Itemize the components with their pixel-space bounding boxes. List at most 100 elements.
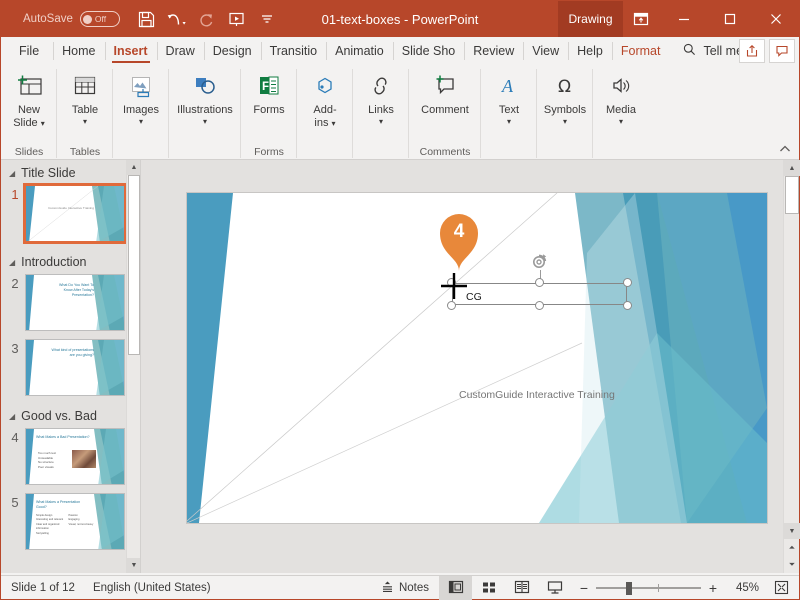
collapse-triangle-icon[interactable]: ◢: [9, 258, 15, 267]
tab-animations[interactable]: Animatio: [326, 37, 393, 65]
tab-draw[interactable]: Draw: [156, 37, 204, 65]
collapse-triangle-icon[interactable]: ◢: [9, 169, 15, 178]
slide-show-icon[interactable]: [538, 576, 571, 600]
table-label: Table: [71, 104, 99, 116]
chevron-down-icon[interactable]: ▾: [203, 117, 207, 126]
zoom-level-label[interactable]: 45%: [725, 582, 759, 594]
chevron-down-icon[interactable]: ▾: [619, 117, 623, 126]
chevron-down-icon[interactable]: ▾: [379, 117, 383, 126]
table-button[interactable]: Table ▾: [57, 65, 113, 144]
scroll-up-icon[interactable]: ▲: [127, 160, 140, 175]
list-item[interactable]: 1 CustomGuide Interactive Training: [1, 183, 140, 249]
tab-file[interactable]: File: [1, 37, 53, 65]
tab-slide-show[interactable]: Slide Sho: [392, 37, 465, 65]
new-slide-button[interactable]: New Slide ▾: [1, 65, 57, 144]
thumbnail-pane-scrollbar[interactable]: ▲ ▼: [126, 160, 140, 573]
scroll-down-icon[interactable]: ▼: [127, 558, 140, 573]
zoom-control[interactable]: − + 45%: [571, 580, 767, 596]
scrollbar-thumb[interactable]: [128, 175, 140, 355]
scroll-down-icon[interactable]: ▼: [784, 523, 800, 539]
normal-view-icon[interactable]: [439, 575, 472, 600]
chevron-down-icon[interactable]: ▾: [139, 117, 143, 126]
forms-button[interactable]: F Forms: [241, 65, 297, 144]
next-slide-icon[interactable]: ⏷: [784, 556, 800, 573]
start-presentation-icon[interactable]: [222, 5, 252, 33]
chevron-down-icon[interactable]: ▾: [563, 117, 567, 126]
resize-handle-top-center[interactable]: [534, 278, 544, 287]
chevron-down-icon[interactable]: ▾: [507, 117, 511, 126]
tab-insert[interactable]: Insert: [104, 37, 157, 65]
reading-view-icon[interactable]: [505, 576, 538, 600]
list-item[interactable]: 5 What Makes a Presentation Good? Simple…: [1, 492, 140, 557]
tab-design[interactable]: Design: [203, 37, 261, 65]
notes-button[interactable]: Notes: [371, 576, 439, 600]
text-button[interactable]: A Text ▾: [481, 65, 537, 144]
tab-review[interactable]: Review: [464, 37, 523, 65]
collapse-ribbon-icon[interactable]: [779, 143, 791, 157]
chevron-down-icon[interactable]: ▾: [332, 119, 336, 128]
zoom-slider-handle[interactable]: [626, 581, 632, 595]
resize-handle-bottom-center[interactable]: [534, 301, 544, 310]
slide-thumbnail-2[interactable]: What Do You Want To Know After Today's Pre…: [25, 274, 125, 331]
slide-sorter-icon[interactable]: [472, 576, 505, 600]
redo-icon[interactable]: [192, 5, 222, 33]
add-ins-button[interactable]: Add- ins ▾: [297, 65, 353, 144]
customize-qat-icon[interactable]: [252, 5, 282, 33]
comments-icon[interactable]: [769, 39, 795, 63]
resize-handle-bottom-left[interactable]: [447, 301, 456, 310]
current-slide[interactable]: CustomGuide Interactive Training CG 4: [187, 193, 767, 523]
zoom-in-button[interactable]: +: [708, 580, 718, 596]
rotate-handle-icon[interactable]: [531, 253, 549, 271]
zoom-out-button[interactable]: −: [579, 580, 589, 596]
share-icon[interactable]: [739, 39, 765, 63]
chevron-down-icon[interactable]: ▾: [41, 119, 45, 128]
comment-button[interactable]: Comment: [409, 65, 481, 144]
symbols-button[interactable]: Ω Symbols ▾: [537, 65, 593, 144]
chevron-down-icon[interactable]: ▾: [83, 117, 87, 126]
scroll-up-icon[interactable]: ▲: [784, 160, 800, 176]
images-button[interactable]: Images ▾: [113, 65, 169, 144]
undo-icon[interactable]: [162, 5, 192, 33]
contextual-tab-drawing[interactable]: Drawing: [558, 1, 623, 37]
tab-view[interactable]: View: [523, 37, 568, 65]
minimize-icon[interactable]: [661, 1, 707, 37]
slide-thumbnail-1[interactable]: CustomGuide Interactive Training: [23, 183, 127, 244]
media-button[interactable]: Media ▾: [593, 65, 649, 144]
tab-help[interactable]: Help: [568, 37, 612, 65]
illustrations-button[interactable]: Illustrations ▾: [169, 65, 241, 144]
list-item[interactable]: 2 What Do You Want To Know After Today's P…: [1, 273, 140, 338]
scrollbar-thumb[interactable]: [785, 176, 799, 214]
zoom-slider[interactable]: [596, 581, 701, 595]
slide-thumbnail-3[interactable]: What kind of presentations are you giving…: [25, 339, 125, 396]
slide-count-indicator[interactable]: Slide 1 of 12: [11, 582, 75, 594]
previous-slide-icon[interactable]: ⏶: [784, 539, 800, 556]
autosave-knob: [82, 14, 92, 24]
slide-canvas[interactable]: CustomGuide Interactive Training CG 4 ▲ …: [141, 160, 800, 573]
links-button[interactable]: Links ▾: [353, 65, 409, 144]
section-header-introduction[interactable]: ◢ Introduction: [1, 249, 140, 273]
slide-caption-text[interactable]: CustomGuide Interactive Training: [459, 389, 615, 401]
section-header-title-slide[interactable]: ◢ Title Slide: [1, 160, 140, 184]
section-header-good-vs-bad[interactable]: ◢ Good vs. Bad: [1, 403, 140, 427]
canvas-scrollbar[interactable]: ▲ ▼ ⏶ ⏷: [783, 160, 800, 573]
text-box-selection[interactable]: CG: [441, 254, 632, 310]
collapse-triangle-icon[interactable]: ◢: [9, 412, 15, 421]
close-icon[interactable]: [753, 1, 799, 37]
fit-to-window-icon[interactable]: [767, 576, 795, 600]
ribbon-display-options-icon[interactable]: [621, 1, 661, 37]
tab-home[interactable]: Home: [53, 37, 104, 65]
tab-transitions[interactable]: Transitio: [260, 37, 326, 65]
resize-handle-bottom-right[interactable]: [623, 301, 632, 310]
resize-handle-top-right[interactable]: [623, 278, 632, 287]
save-icon[interactable]: [132, 5, 162, 33]
language-indicator[interactable]: English (United States): [93, 582, 211, 594]
list-item[interactable]: 4 What Makes a Bad Presentation? Too muc…: [1, 427, 140, 492]
maximize-icon[interactable]: [707, 1, 753, 37]
slide-thumbnail-4[interactable]: What Makes a Bad Presentation? Too much …: [25, 428, 125, 485]
tab-format[interactable]: Format: [611, 37, 670, 65]
autosave-toggle[interactable]: AutoSave Off: [23, 11, 120, 27]
slide-thumbnail-pane[interactable]: ◢ Title Slide 1 CustomGuide Interactive …: [1, 160, 141, 573]
slide-thumbnail-5[interactable]: What Makes a Presentation Good? Simple d…: [25, 493, 125, 550]
list-item[interactable]: 3 What kind of presentations are you givi…: [1, 338, 140, 403]
autosave-switch[interactable]: Off: [79, 11, 120, 27]
